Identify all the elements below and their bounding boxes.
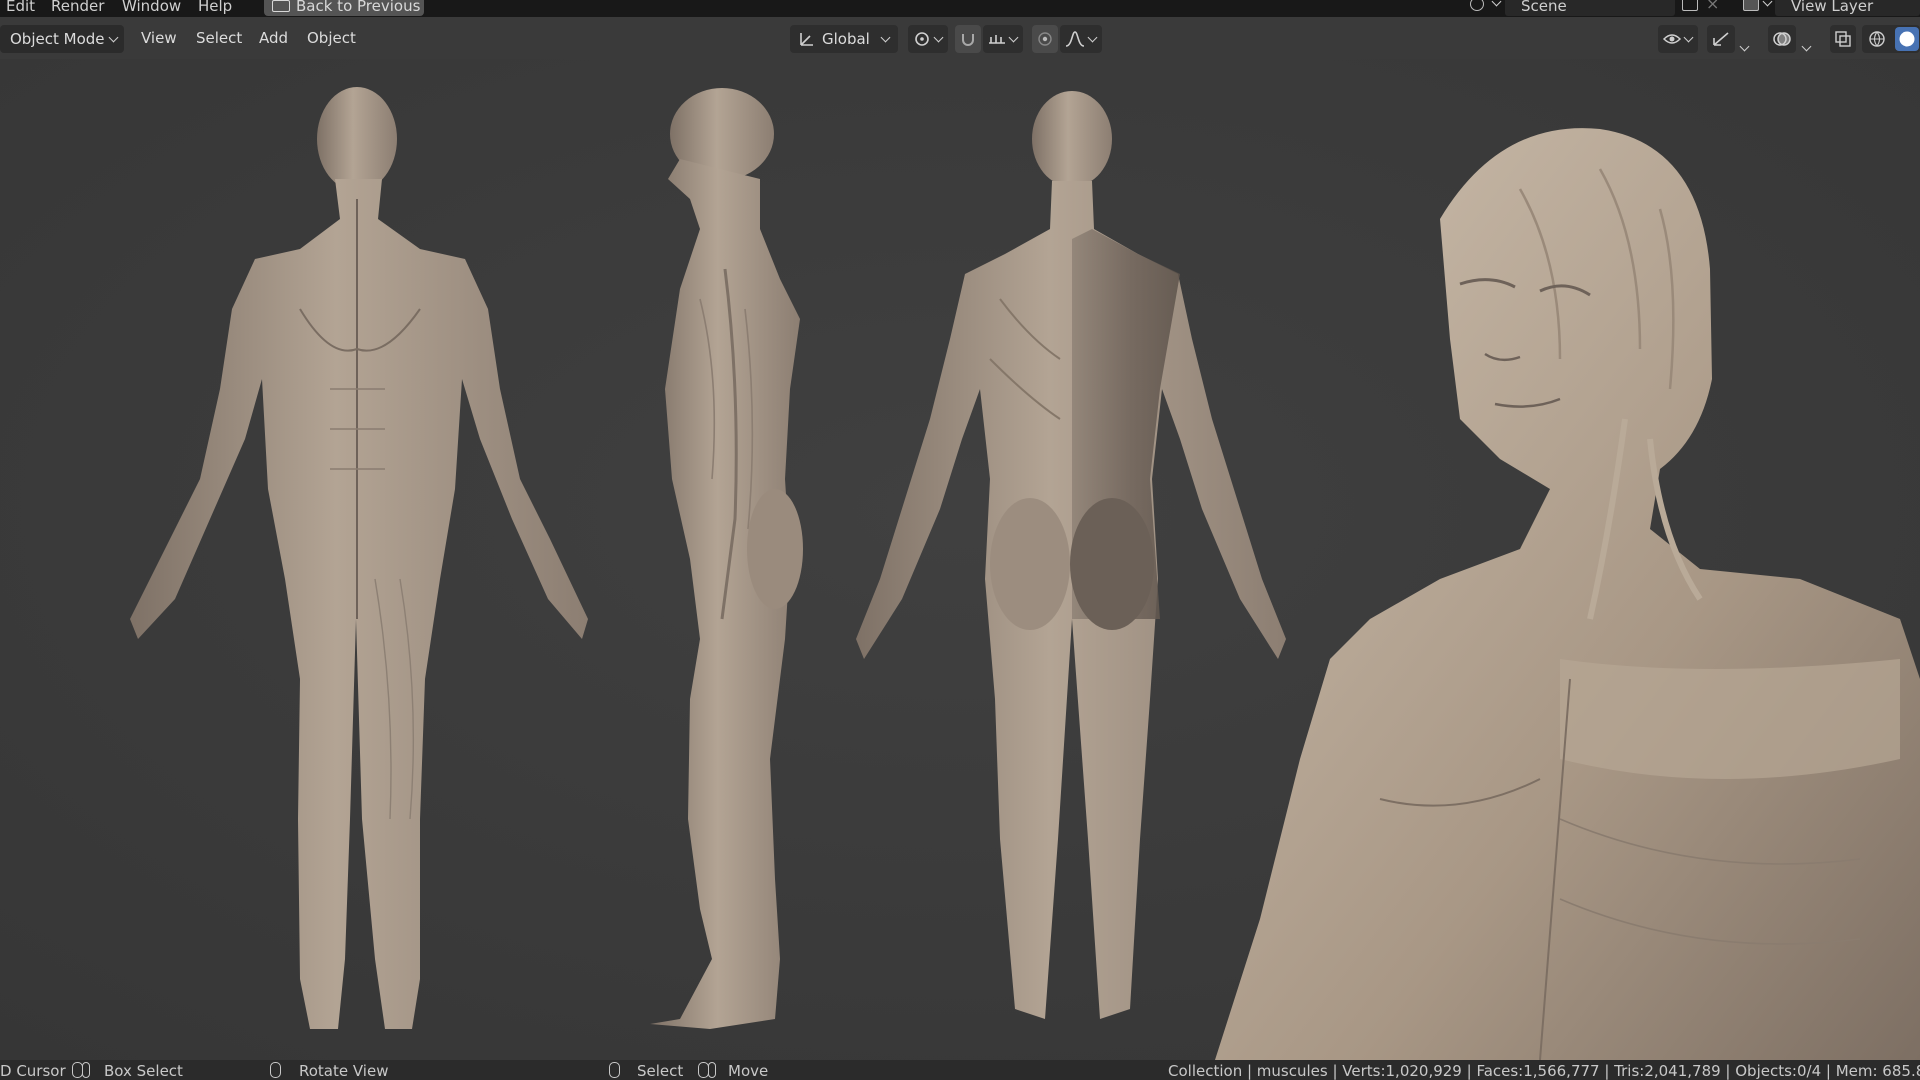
scene-statistics: Collection | muscules | Verts:1,020,929 … [1168,1062,1920,1080]
falloff-curve-icon [1065,31,1085,47]
chevron-down-icon [1087,32,1098,43]
pivot-icon [915,32,929,46]
menu-help[interactable]: Help [198,0,232,15]
chevron-down-icon[interactable] [1491,0,1502,7]
menu-edit[interactable]: Edit [6,0,35,15]
scene-selector[interactable]: Scene [1505,0,1675,16]
status-box-select: Box Select [104,1062,183,1080]
pivot-point-dropdown[interactable] [908,25,948,53]
top-menu-bar: Edit Render Window Help Back to Previous… [0,0,1920,17]
status-select: Select [637,1062,684,1080]
chevron-down-icon [1008,32,1019,43]
xray-toggle[interactable] [1830,25,1856,53]
status-rotate-view: Rotate View [299,1062,389,1080]
chevron-down-icon [108,32,119,43]
proportional-editing-toggle[interactable] [1032,25,1058,53]
close-icon[interactable]: × [1706,0,1722,13]
gizmo-toggle[interactable] [1707,25,1735,53]
xray-icon [1835,31,1851,47]
proportional-edit-icon [1038,32,1052,46]
chevron-down-icon[interactable] [1762,0,1773,7]
object-mode-label: Object Mode [10,30,105,48]
transform-orientation-dropdown[interactable]: Global [790,25,898,53]
eye-icon [1662,34,1682,44]
status-bar: D Cursor Box Select Rotate View Select M… [0,1060,1920,1080]
solid-shading-button[interactable] [1895,27,1919,51]
menu-render[interactable]: Render [51,0,104,15]
monitor-icon [272,0,290,12]
chevron-down-icon[interactable] [1801,41,1812,52]
overlays-icon [1773,32,1791,46]
chevron-down-icon [1683,32,1694,43]
chevron-down-icon [933,32,944,43]
chevron-down-icon[interactable] [1739,41,1750,52]
new-scene-icon[interactable] [1682,0,1698,11]
scene-icon[interactable] [1470,0,1484,11]
snap-increment-icon [989,35,1005,44]
status-cursor-hint: D Cursor [0,1062,66,1080]
orientation-axes-icon [800,33,813,46]
falloff-dropdown[interactable] [1060,25,1102,53]
3d-viewport[interactable] [0,59,1920,1060]
menu-add[interactable]: Add [259,29,288,47]
visibility-dropdown[interactable] [1658,25,1698,53]
chevron-down-icon [880,32,891,43]
menu-select[interactable]: Select [196,29,242,47]
menu-window[interactable]: Window [122,0,181,15]
gizmo-icon [1713,32,1729,46]
menu-view[interactable]: View [141,29,177,47]
solid-shading-icon [1899,31,1915,47]
back-to-previous-label: Back to Previous [296,0,421,15]
mouse-drag-icon [708,1062,716,1078]
status-move: Move [728,1062,769,1080]
back-to-previous-button[interactable]: Back to Previous [264,0,424,16]
anatomy-render [0,59,1920,1060]
scene-name: Scene [1521,0,1567,15]
snap-toggle[interactable] [955,25,981,53]
snap-target-dropdown[interactable] [983,25,1023,53]
orientation-label: Global [822,30,870,48]
mouse-left-icon [609,1062,620,1078]
mouse-drag-icon [82,1062,90,1078]
view-layer-name: View Layer [1791,0,1874,15]
object-mode-dropdown[interactable]: Object Mode [0,25,124,53]
viewport-header: Object Mode View Select Add Object Globa… [0,17,1920,59]
overlays-toggle[interactable] [1768,25,1796,53]
view-layer-selector[interactable]: View Layer [1775,0,1920,16]
view-layer-icon[interactable] [1743,0,1759,11]
shading-mode-group [1862,25,1920,53]
menu-object[interactable]: Object [307,29,356,47]
mouse-middle-icon [270,1062,281,1078]
wireframe-shading-icon[interactable] [1868,30,1886,48]
magnet-icon [962,34,974,46]
